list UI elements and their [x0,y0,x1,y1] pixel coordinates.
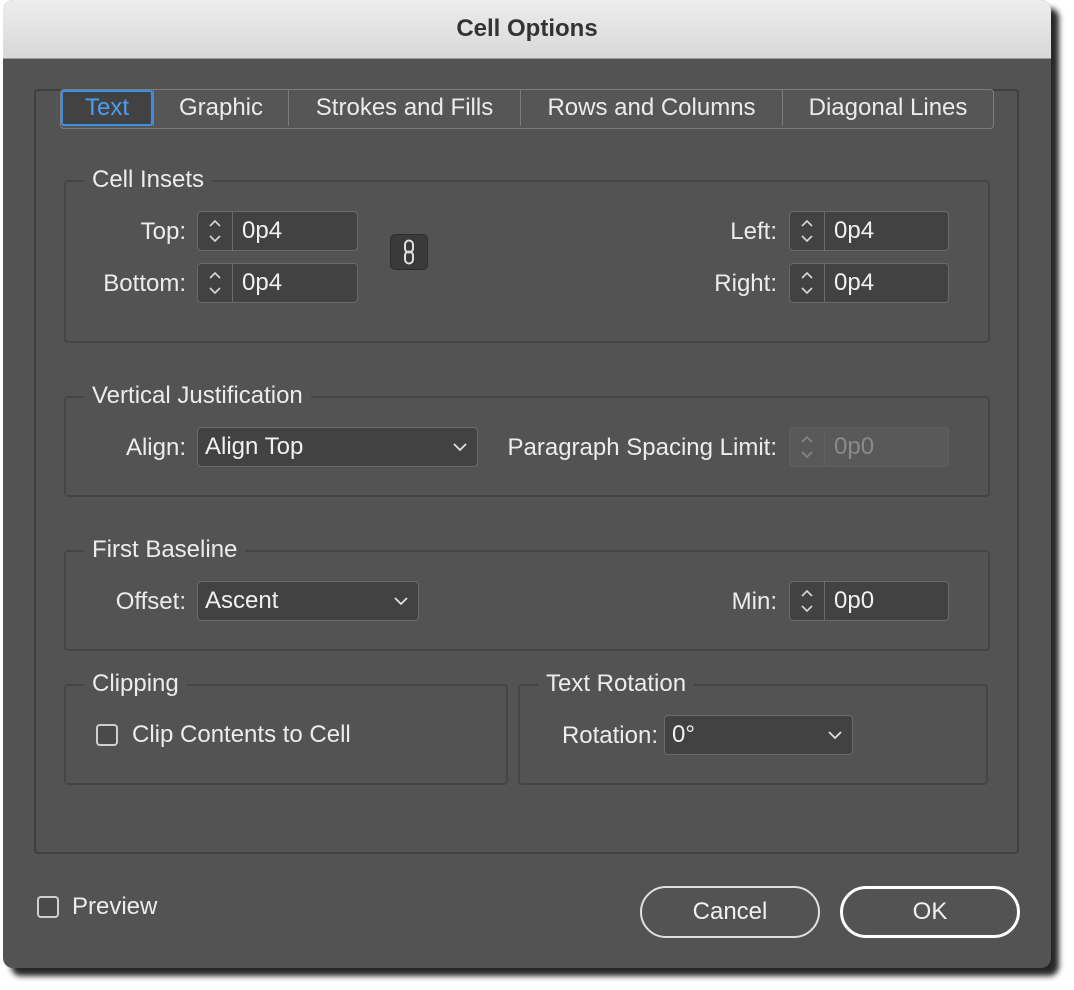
vertical-justification-legend: Vertical Justification [84,381,311,411]
rotation-select[interactable]: 0° [664,715,853,755]
top-inset-input[interactable]: 0p4 [233,212,357,250]
align-label: Align: [125,434,186,461]
bottom-label: Bottom: [103,270,186,297]
chevron-down-icon [828,731,842,740]
left-inset-field: 0p4 [789,211,949,251]
clip-contents-checkbox[interactable] [96,724,118,746]
left-label: Left: [730,218,777,245]
bottom-inset-stepper[interactable] [198,264,233,302]
bottom-inset-input[interactable]: 0p4 [233,264,357,302]
cell-insets-legend: Cell Insets [84,165,213,195]
chevron-down-icon [453,443,467,452]
tab-diagonal-lines[interactable]: Diagonal Lines [782,90,993,126]
min-stepper[interactable] [790,582,825,620]
tab-strokes-and-fills[interactable]: Strokes and Fills [288,90,520,126]
cell-insets-group [64,180,990,343]
top-label: Top: [140,218,186,245]
rotation-label: Rotation: [561,722,658,749]
stepper-arrows-icon [801,435,813,459]
stepper-arrows-icon [209,219,221,243]
rotation-select-value: 0° [672,721,695,748]
paragraph-spacing-limit-input: 0p0 [834,433,875,460]
tab-text[interactable]: Text [61,90,153,126]
left-inset-input[interactable]: 0p4 [825,212,948,250]
left-inset-stepper[interactable] [790,212,825,250]
stepper-arrows-icon [209,271,221,295]
top-inset-field: 0p4 [197,211,358,251]
stepper-arrows-icon [801,589,813,613]
paragraph-spacing-limit-field: 0p0 [789,427,949,467]
offset-label: Offset: [115,588,186,615]
cell-options-dialog: Cell Options Text Graphic Strokes and Fi… [3,0,1051,968]
tab-rows-and-columns[interactable]: Rows and Columns [520,90,782,126]
align-select-value: Align Top [205,433,304,460]
first-baseline-legend: First Baseline [84,535,246,565]
align-select[interactable]: Align Top [197,427,478,467]
preview-checkbox[interactable] [37,896,59,918]
top-inset-stepper[interactable] [198,212,233,250]
min-input[interactable]: 0p0 [825,582,948,620]
dialog-title: Cell Options [456,15,598,42]
paragraph-spacing-limit-label: Paragraph Spacing Limit: [507,434,777,461]
preview-label[interactable]: Preview [72,892,157,922]
clipping-legend: Clipping [84,669,187,699]
chain-link-icon [404,239,414,265]
bottom-inset-field: 0p4 [197,263,358,303]
cancel-button[interactable]: Cancel [640,886,820,938]
tab-bar: Text Graphic Strokes and Fills Rows and … [60,89,994,129]
offset-select[interactable]: Ascent [197,581,419,621]
stepper-arrows-icon [801,271,813,295]
right-label: Right: [714,270,777,297]
right-inset-input[interactable]: 0p4 [825,264,948,302]
min-field: 0p0 [789,581,949,621]
title-bar[interactable]: Cell Options [3,0,1051,59]
right-inset-stepper[interactable] [790,264,825,302]
paragraph-spacing-limit-stepper [790,428,825,466]
clip-contents-label[interactable]: Clip Contents to Cell [132,720,351,750]
ok-button[interactable]: OK [840,886,1020,938]
stepper-arrows-icon [801,219,813,243]
tab-graphic[interactable]: Graphic [153,90,288,126]
min-label: Min: [731,588,777,615]
chevron-down-icon [394,597,408,606]
offset-select-value: Ascent [205,587,279,614]
right-inset-field: 0p4 [789,263,949,303]
link-insets-button[interactable] [390,234,428,270]
text-rotation-legend: Text Rotation [538,669,695,699]
